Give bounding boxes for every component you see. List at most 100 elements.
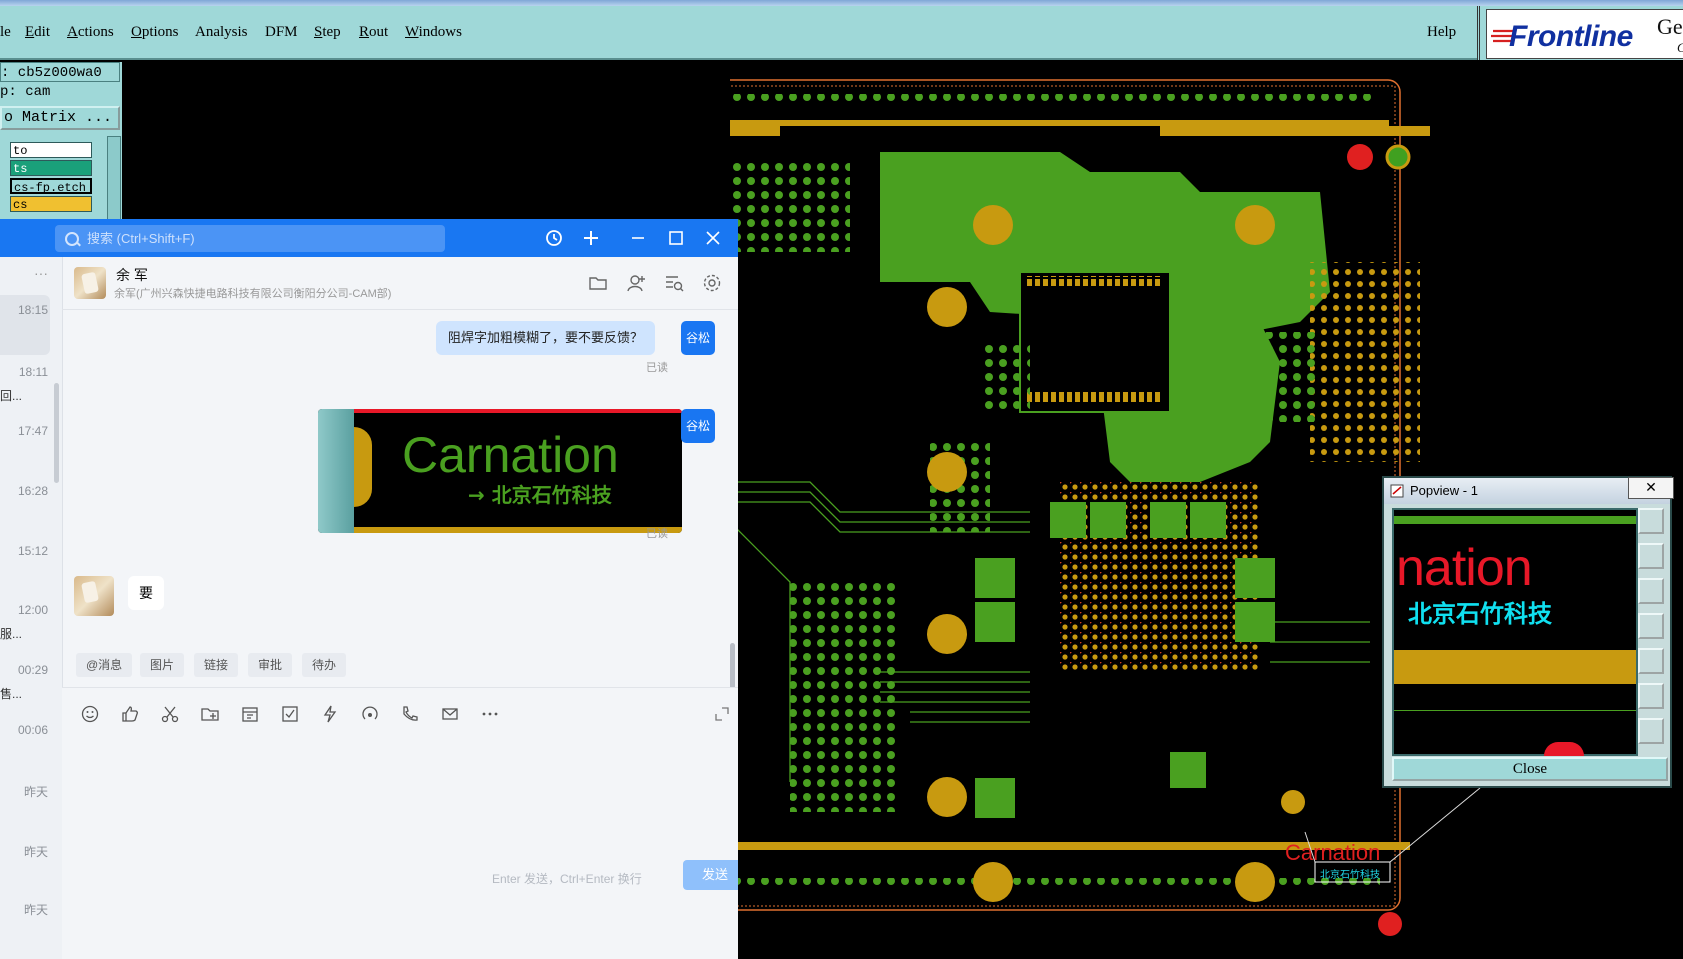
menu-step[interactable]: Step [314,24,341,41]
menu-rout[interactable]: Rout [359,24,388,41]
popview-preview-text: nation [1396,539,1533,597]
logo-product: Ger [1657,14,1683,39]
pan-left-icon[interactable] [1638,613,1664,639]
folder-add-icon[interactable] [200,704,220,724]
minimize-icon[interactable] [627,227,649,249]
cam-menubar: le Edit Actions Options Analysis DFM Ste… [0,6,1477,60]
layer-row-cs-fp-etch[interactable]: cs-fp.etch [10,178,92,194]
image-pad [354,427,372,507]
popview-toolbar [1638,508,1668,754]
emoji-icon[interactable] [80,704,100,724]
menu-analysis[interactable]: Analysis [195,24,248,41]
message-input-area[interactable]: Enter 发送，Ctrl+Enter 换行 发送 [62,687,738,959]
menu-windows-rest: indows [418,24,462,40]
scissors-icon[interactable] [160,704,180,724]
read-status: 已读 [646,362,668,374]
conv-time-7[interactable]: 00:29 [18,663,48,677]
conv-time-2[interactable]: 18:11 [19,365,48,379]
zoom-fit-icon[interactable] [1638,508,1664,534]
popview-close-icon[interactable]: ✕ [1628,477,1674,499]
image-band [354,409,682,413]
conv-time-3[interactable]: 17:47 [18,424,48,438]
more-icon[interactable]: ··· [34,265,48,281]
my-avatar-2[interactable]: 谷松 [681,409,715,443]
calendar-icon[interactable] [240,704,260,724]
lightning-icon[interactable] [320,704,340,724]
popview-title: Popview - 1 [1410,483,1478,498]
layer-row-ts[interactable]: ts [10,160,92,176]
conv-time-9[interactable]: 昨天 [24,783,48,800]
menu-edit[interactable]: Edit [25,24,50,41]
quick-image[interactable]: 图片 [140,653,185,677]
send-button[interactable]: 发送 [683,860,738,890]
quick-approval[interactable]: 审批 [248,653,293,677]
layer-row-cs[interactable]: cs [10,196,92,212]
search-input[interactable]: 搜索 (Ctrl+Shift+F) [55,225,445,252]
contact-avatar[interactable] [74,267,106,299]
close-icon[interactable] [702,227,724,249]
image-cn: → 北京石竹科技 [468,483,612,507]
conv-time-6[interactable]: 12:00 [18,603,48,617]
contact-name: 余 军 [116,267,148,283]
zoom-out-icon[interactable] [1638,578,1664,604]
add-icon[interactable] [580,227,602,249]
image-message[interactable]: Carnation → 北京石竹科技 [318,409,682,533]
image-sidebar [318,409,354,533]
quick-mention[interactable]: @消息 [76,653,133,677]
menu-options-rest: ptions [141,24,179,40]
popview-close-button[interactable]: Close [1392,757,1668,781]
maximize-icon[interactable] [665,227,687,249]
center-icon[interactable] [1638,718,1664,744]
broadcast-icon[interactable] [360,704,380,724]
fit-all-icon[interactable] [1638,683,1664,709]
menu-help[interactable]: Help [1427,24,1456,41]
thumbs-up-icon[interactable] [120,704,140,724]
settings-icon[interactable] [702,273,722,293]
menu-options[interactable]: Options [131,24,179,41]
menu-rout-mnemonic: R [359,24,370,40]
popview-canvas[interactable]: nation 北京石竹科技 [1392,508,1638,756]
menu-file[interactable]: le [0,24,11,41]
job-field[interactable]: : cb5z000wa0 [0,62,120,82]
zoom-in-icon[interactable] [1638,543,1664,569]
menu-windows[interactable]: Windows [405,24,462,41]
my-avatar[interactable]: 谷松 [681,321,715,355]
conv-time-10[interactable]: 昨天 [24,843,48,860]
conv-time-1[interactable]: 18:15 [18,303,48,317]
menu-edit-rest: dit [34,24,51,40]
conv-time-8[interactable]: 00:06 [18,723,48,737]
menu-dfm[interactable]: DFM [265,24,298,41]
via-field-3 [790,582,900,812]
matrix-button[interactable]: o Matrix ... [0,106,120,130]
message-bubble-incoming[interactable]: 要 [128,576,164,610]
quick-todo[interactable]: 待办 [302,653,347,677]
pan-right-icon[interactable] [1638,648,1664,674]
popview-pad [1544,742,1584,756]
menu-actions[interactable]: Actions [67,24,114,41]
menu-edit-mnemonic: E [25,24,35,40]
quick-link[interactable]: 链接 [194,653,239,677]
via-field-2 [1310,262,1420,462]
qfp-footprint [1019,271,1171,413]
menu-windows-mnemonic: W [405,24,419,40]
conv-time-5[interactable]: 15:12 [18,544,48,558]
conv-scrollbar[interactable] [54,383,59,483]
history-icon[interactable] [543,227,565,249]
conv-time-4[interactable]: 16:28 [18,484,48,498]
add-member-icon[interactable] [626,273,646,293]
popview-link-line-2 [1389,787,1481,863]
folder-icon[interactable] [588,273,608,293]
chat-window: 搜索 (Ctrl+Shift+F) ··· 18:15 18:11 回... 1… [0,219,738,959]
message-bubble-outgoing[interactable]: 阻焊字加粗模糊了，要不要反馈？ [436,321,656,355]
conv-time-11[interactable]: 昨天 [24,901,48,918]
search-history-icon[interactable] [664,273,684,293]
task-icon[interactable] [280,704,300,724]
mail-icon[interactable] [440,704,460,724]
menu-actions-mnemonic: A [67,24,78,40]
expand-icon[interactable] [712,704,732,724]
layer-row-to[interactable]: to [10,142,92,158]
contact-avatar-msg[interactable] [74,576,114,616]
phone-icon[interactable] [400,704,420,724]
more-tools-icon[interactable] [480,704,500,724]
layer-scrollbar[interactable] [107,136,121,224]
